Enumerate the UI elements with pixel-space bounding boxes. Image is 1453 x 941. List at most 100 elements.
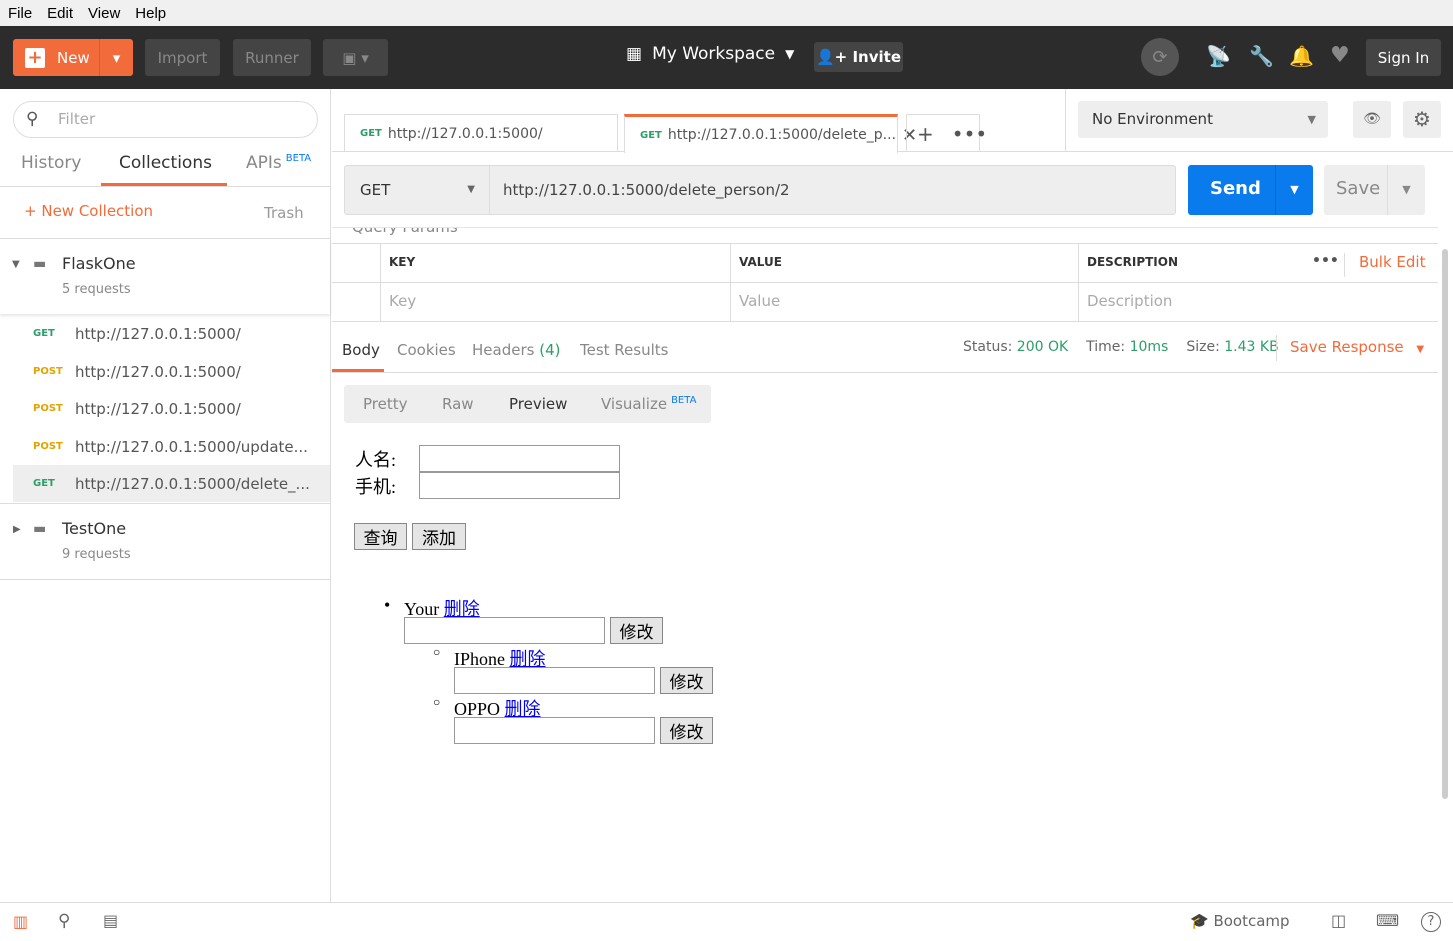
- menu-help[interactable]: Help: [135, 5, 166, 22]
- divider: [1065, 89, 1066, 151]
- modify-button[interactable]: 修改: [610, 617, 663, 644]
- add-button[interactable]: 添加: [412, 523, 466, 550]
- description-input[interactable]: Description: [1078, 282, 1438, 321]
- plus-icon: +: [25, 47, 45, 68]
- tab-test-results[interactable]: Test Results: [580, 341, 668, 359]
- request-item-active[interactable]: GET http://127.0.0.1:5000/delete_...: [13, 465, 330, 502]
- modify-button[interactable]: 修改: [660, 717, 713, 744]
- collection-testone[interactable]: ▶ ▬ TestOne 9 requests: [0, 503, 330, 580]
- settings-icon[interactable]: ⚙: [1403, 101, 1441, 138]
- delete-link[interactable]: 删除: [505, 699, 541, 719]
- sidebar-toggle-icon[interactable]: ▥: [13, 912, 28, 931]
- import-button[interactable]: Import: [145, 39, 220, 76]
- send-button[interactable]: Send ▼: [1188, 165, 1313, 215]
- modify-button[interactable]: 修改: [660, 667, 713, 694]
- modify-input[interactable]: [454, 717, 655, 744]
- save-dropdown[interactable]: ▼: [1387, 165, 1425, 215]
- environment-label: No Environment: [1092, 110, 1213, 128]
- tab-headers[interactable]: Headers (4): [472, 341, 560, 359]
- help-icon[interactable]: ?: [1421, 912, 1441, 932]
- new-button[interactable]: + New ▾: [13, 39, 133, 76]
- request-item[interactable]: POST http://127.0.0.1:5000/: [0, 353, 330, 390]
- folder-icon: ▬: [33, 521, 47, 537]
- collection-count: 5 requests: [62, 282, 131, 297]
- save-button[interactable]: Save ▼: [1324, 165, 1425, 215]
- tab-cookies[interactable]: Cookies: [397, 341, 456, 359]
- new-collection-button[interactable]: + New Collection: [24, 202, 153, 220]
- method-select[interactable]: GET ▼: [345, 166, 490, 214]
- request-item[interactable]: POST http://127.0.0.1:5000/update...: [0, 428, 330, 465]
- collection-count: 9 requests: [62, 547, 131, 562]
- save-response-button[interactable]: Save Response ▼: [1276, 335, 1424, 361]
- method-badge: GET: [640, 129, 662, 141]
- phone-input[interactable]: [419, 472, 620, 499]
- view-preview[interactable]: Preview: [509, 395, 567, 413]
- menu-file[interactable]: File: [8, 5, 32, 22]
- bootcamp-button[interactable]: 🎓 Bootcamp: [1190, 912, 1290, 930]
- console-icon[interactable]: ▤: [103, 911, 118, 930]
- name-label: 人名:: [355, 450, 397, 470]
- url-input[interactable]: http://127.0.0.1:5000/delete_person/2: [503, 166, 790, 214]
- send-dropdown[interactable]: ▼: [1275, 165, 1313, 215]
- tab-collections[interactable]: Collections: [119, 153, 212, 173]
- keyboard-icon[interactable]: ⌨: [1376, 911, 1399, 930]
- two-pane-icon[interactable]: ◫: [1331, 911, 1346, 930]
- name-input[interactable]: [419, 445, 620, 472]
- request-item[interactable]: POST http://127.0.0.1:5000/: [0, 390, 330, 427]
- eye-icon[interactable]: 👁: [1353, 101, 1391, 138]
- method-badge: GET: [33, 328, 55, 339]
- tab-body[interactable]: Body: [342, 341, 380, 359]
- send-label: Send: [1210, 178, 1261, 199]
- sync-off-icon[interactable]: ⟳: [1141, 38, 1179, 76]
- main-panel: GET http://127.0.0.1:5000/ GET http://127.…: [332, 89, 1453, 902]
- workspace-switcher[interactable]: ▦ My Workspace ▼: [626, 44, 794, 64]
- filter-input[interactable]: Filter: [13, 101, 318, 138]
- caret-right-icon: ▶: [13, 524, 21, 535]
- request-tab-active[interactable]: GET http://127.0.0.1:5000/delete_p... ✕: [624, 114, 917, 153]
- menu-bar: File Edit View Help: [0, 0, 1453, 26]
- bulk-edit-link[interactable]: Bulk Edit: [1344, 253, 1425, 277]
- value-input[interactable]: Value: [730, 282, 1078, 321]
- tab-history[interactable]: History: [21, 153, 81, 173]
- view-visualize[interactable]: Visualize BETA: [601, 395, 696, 413]
- tab-actions: + •••: [906, 114, 987, 152]
- view-pretty[interactable]: Pretty: [363, 395, 408, 413]
- query-button[interactable]: 查询: [354, 523, 407, 550]
- scrollbar[interactable]: [1442, 249, 1448, 799]
- view-raw[interactable]: Raw: [442, 395, 474, 413]
- new-window-button[interactable]: ▣ ▾: [323, 39, 388, 76]
- trash-button[interactable]: Trash: [264, 204, 304, 222]
- satellite-icon[interactable]: 📡: [1206, 44, 1231, 68]
- value-header: VALUE: [730, 243, 1078, 282]
- sign-in-button[interactable]: Sign In: [1366, 39, 1441, 76]
- chevron-down-icon: ▼: [1416, 344, 1425, 355]
- bullet-icon: •: [384, 595, 391, 615]
- new-dropdown[interactable]: ▾: [99, 39, 133, 76]
- environment-select[interactable]: No Environment ▼: [1078, 101, 1328, 138]
- request-item[interactable]: GET http://127.0.0.1:5000/: [0, 315, 330, 352]
- modify-input[interactable]: [404, 617, 605, 644]
- heart-icon[interactable]: ♥: [1330, 43, 1350, 68]
- add-tab-icon[interactable]: +: [917, 122, 934, 146]
- collection-name: TestOne: [62, 519, 127, 538]
- delete-link[interactable]: 删除: [510, 649, 546, 669]
- more-icon[interactable]: •••: [1312, 253, 1339, 269]
- request-tab[interactable]: GET http://127.0.0.1:5000/: [344, 114, 618, 152]
- runner-button[interactable]: Runner: [233, 39, 311, 76]
- modify-input[interactable]: [454, 667, 655, 694]
- active-tab-indicator: [332, 369, 384, 372]
- invite-button[interactable]: 👤+ Invite: [814, 42, 903, 72]
- tab-apis[interactable]: APIs BETA: [246, 153, 311, 173]
- more-icon[interactable]: •••: [952, 122, 987, 146]
- menu-view[interactable]: View: [88, 5, 120, 22]
- chevron-down-icon: ▼: [1307, 113, 1316, 126]
- collection-flaskone[interactable]: ▼ ▬ FlaskOne 5 requests: [0, 238, 330, 314]
- menu-edit[interactable]: Edit: [47, 5, 73, 22]
- request-url: http://127.0.0.1:5000/delete_...: [75, 474, 310, 493]
- bell-icon[interactable]: 🔔: [1289, 44, 1314, 68]
- find-icon[interactable]: ⚲: [58, 911, 70, 931]
- key-input[interactable]: Key: [380, 282, 730, 321]
- delete-link[interactable]: 删除: [444, 599, 480, 619]
- wrench-icon[interactable]: 🔧: [1249, 44, 1274, 68]
- collection-name: FlaskOne: [62, 254, 136, 273]
